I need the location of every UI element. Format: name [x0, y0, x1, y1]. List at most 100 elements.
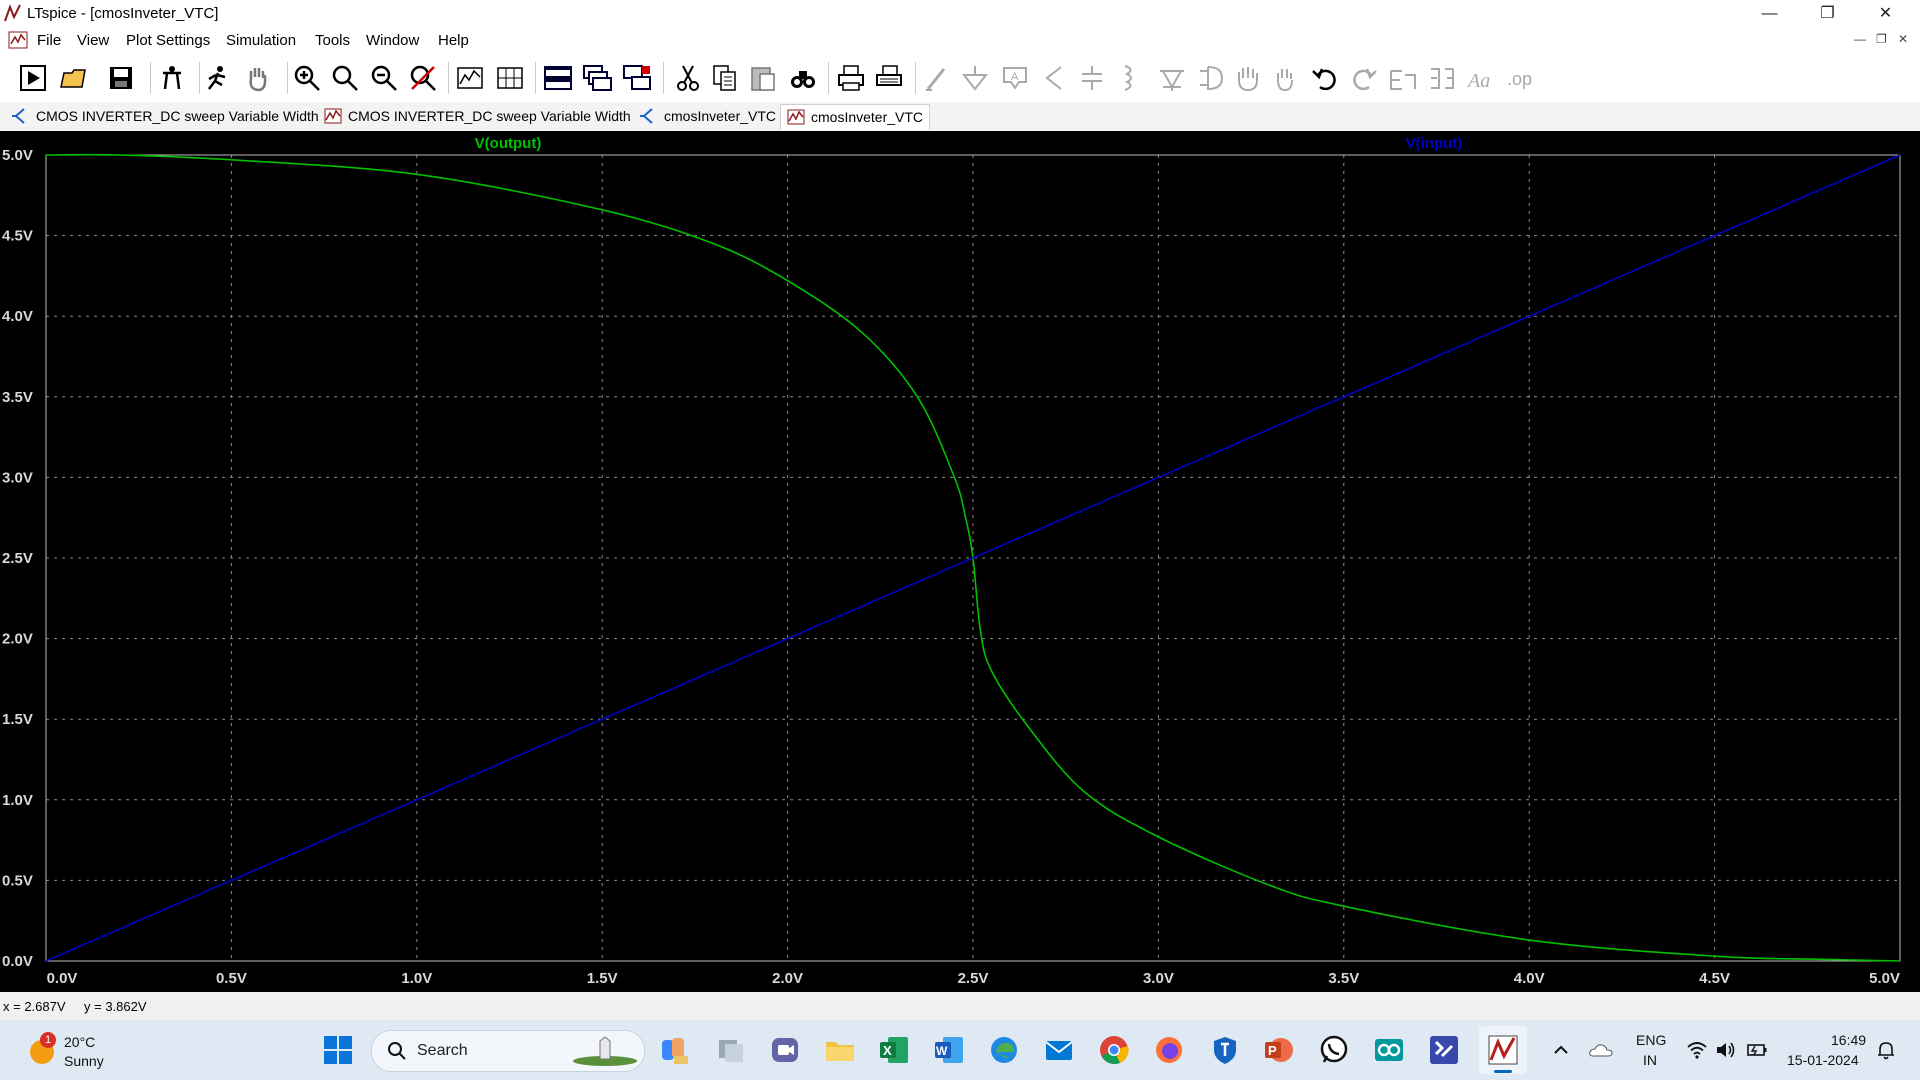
menu-help[interactable]: Help: [438, 32, 469, 49]
window-title: LTspice - [cmosInveter_VTC]: [27, 5, 219, 22]
mirror-icon[interactable]: [1427, 63, 1457, 93]
mdi-close-button[interactable]: ✕: [1898, 32, 1908, 46]
powerpoint-icon[interactable]: P: [1263, 1034, 1295, 1066]
battery-icon[interactable]: [1746, 1040, 1768, 1060]
copilot-icon[interactable]: [660, 1034, 692, 1066]
visual-studio-icon[interactable]: [1428, 1034, 1460, 1066]
tab-schematic-vtc[interactable]: cmosInveter_VTC: [634, 104, 778, 129]
menu-plot-settings[interactable]: Plot Settings: [126, 32, 210, 49]
search-box[interactable]: Search: [371, 1030, 645, 1072]
arduino-icon[interactable]: [1373, 1034, 1405, 1066]
ltspice-taskbar-button[interactable]: [1479, 1026, 1527, 1074]
component-icon[interactable]: [1196, 63, 1226, 93]
save-icon[interactable]: [106, 63, 136, 93]
grid-icon[interactable]: [495, 63, 525, 93]
tab-schematic-dc-sweep[interactable]: CMOS INVERTER_DC sweep Variable Width: [6, 104, 319, 129]
control-panel-icon[interactable]: [157, 63, 187, 93]
whatsapp-icon[interactable]: [1318, 1034, 1350, 1066]
halt-icon[interactable]: [203, 63, 233, 93]
zoom-full-icon[interactable]: [330, 63, 360, 93]
tab-waveform-dc-sweep[interactable]: CMOS INVERTER_DC sweep Variable Width: [318, 104, 631, 129]
wifi-icon[interactable]: [1686, 1040, 1708, 1060]
clock-time[interactable]: 16:49: [1831, 1032, 1866, 1048]
drag-icon[interactable]: [1270, 63, 1300, 93]
toolbar-separator: [448, 62, 449, 94]
redo-icon[interactable]: [1349, 63, 1379, 93]
language-indicator[interactable]: ENG: [1636, 1032, 1666, 1048]
cut-icon[interactable]: [673, 63, 703, 93]
search-icon: [388, 1042, 406, 1060]
spice-directive-icon[interactable]: .op: [1505, 63, 1535, 93]
print-setup-icon[interactable]: [874, 63, 904, 93]
teams-icon[interactable]: [769, 1034, 801, 1066]
weather-temp: 20°C: [64, 1034, 96, 1050]
file-explorer-icon[interactable]: [824, 1034, 856, 1066]
label-icon[interactable]: A: [1000, 63, 1030, 93]
menu-window[interactable]: Window: [366, 32, 419, 49]
paste-icon[interactable]: [748, 63, 778, 93]
copy-icon[interactable]: [710, 63, 740, 93]
zoom-in-icon[interactable]: [292, 63, 322, 93]
find-icon[interactable]: [788, 63, 818, 93]
menu-bar: File View Plot Settings Simulation Tools…: [0, 28, 1920, 54]
weather-desc: Sunny: [64, 1053, 104, 1069]
autorange-icon[interactable]: [455, 63, 485, 93]
tab-waveform-vtc[interactable]: cmosInveter_VTC: [780, 104, 930, 130]
run-icon[interactable]: [18, 63, 48, 93]
volume-icon[interactable]: [1715, 1040, 1737, 1060]
pan-icon[interactable]: [243, 63, 273, 93]
onedrive-icon[interactable]: [1589, 1040, 1613, 1060]
ground-icon[interactable]: [960, 63, 990, 93]
inductor-icon[interactable]: [1115, 63, 1145, 93]
toolbar-separator: [150, 62, 151, 94]
menu-simulation[interactable]: Simulation: [226, 32, 296, 49]
mdi-minimize-button[interactable]: —: [1854, 32, 1866, 46]
legend-v-output[interactable]: V(output): [475, 135, 542, 152]
notification-bell-icon[interactable]: [1876, 1040, 1896, 1060]
minimize-button[interactable]: —: [1741, 0, 1798, 28]
maximize-button[interactable]: ❐: [1799, 0, 1856, 28]
firefox-icon[interactable]: [1153, 1034, 1185, 1066]
chevron-up-icon[interactable]: [1551, 1040, 1571, 1060]
rotate-icon[interactable]: [1388, 63, 1418, 93]
wire-icon[interactable]: [922, 63, 952, 93]
search-label: Search: [417, 1042, 468, 1059]
cursor-y-readout: y = 3.862V: [84, 999, 147, 1014]
task-view-icon[interactable]: [715, 1034, 747, 1066]
vtc-chart[interactable]: 0.0V 0.5V 1.0V 1.5V 2.0V 2.5V 3.0V 3.5V 4.0V 4.5V…: [0, 131, 1920, 992]
x-tick-label: 5.0V: [1869, 970, 1900, 987]
mdi-restore-button[interactable]: ❐: [1876, 32, 1887, 46]
menu-file[interactable]: File: [37, 32, 61, 49]
chrome-icon[interactable]: [1098, 1034, 1130, 1066]
close-button[interactable]: ✕: [1857, 0, 1914, 28]
toolbar-separator: [535, 62, 536, 94]
menu-tools[interactable]: Tools: [315, 32, 350, 49]
tile-horizontal-icon[interactable]: [543, 63, 573, 93]
move-icon[interactable]: [1233, 63, 1263, 93]
mail-icon[interactable]: [1043, 1034, 1075, 1066]
open-icon[interactable]: [58, 63, 88, 93]
edge-icon[interactable]: [988, 1034, 1020, 1066]
undo-icon[interactable]: [1310, 63, 1340, 93]
print-icon[interactable]: [836, 63, 866, 93]
clock-date[interactable]: 15-01-2024: [1787, 1052, 1859, 1068]
waveform-plot-pane[interactable]: 0.0V 0.5V 1.0V 1.5V 2.0V 2.5V 3.0V 3.5V 4.0V 4.5V…: [0, 131, 1920, 992]
resistor-icon[interactable]: [1039, 63, 1069, 93]
zoom-out-icon[interactable]: [369, 63, 399, 93]
capacitor-icon[interactable]: [1077, 63, 1107, 93]
weather-widget[interactable]: 1 20°C Sunny: [24, 1032, 124, 1072]
diode-icon[interactable]: [1157, 63, 1187, 93]
excel-icon[interactable]: X: [878, 1034, 910, 1066]
cascade-icon[interactable]: [582, 63, 612, 93]
zoom-cancel-icon[interactable]: [408, 63, 438, 93]
defender-icon[interactable]: [1209, 1034, 1241, 1066]
waveform-doc-icon[interactable]: [8, 31, 28, 49]
menu-view[interactable]: View: [77, 32, 109, 49]
tile-vertical-icon[interactable]: [622, 63, 652, 93]
toolbar-separator: [828, 62, 829, 94]
region-indicator[interactable]: IN: [1643, 1052, 1657, 1068]
word-icon[interactable]: W: [933, 1034, 965, 1066]
legend-v-input[interactable]: V(input): [1406, 135, 1463, 152]
text-icon[interactable]: Aa: [1466, 63, 1496, 93]
windows-start-icon[interactable]: [322, 1034, 354, 1066]
